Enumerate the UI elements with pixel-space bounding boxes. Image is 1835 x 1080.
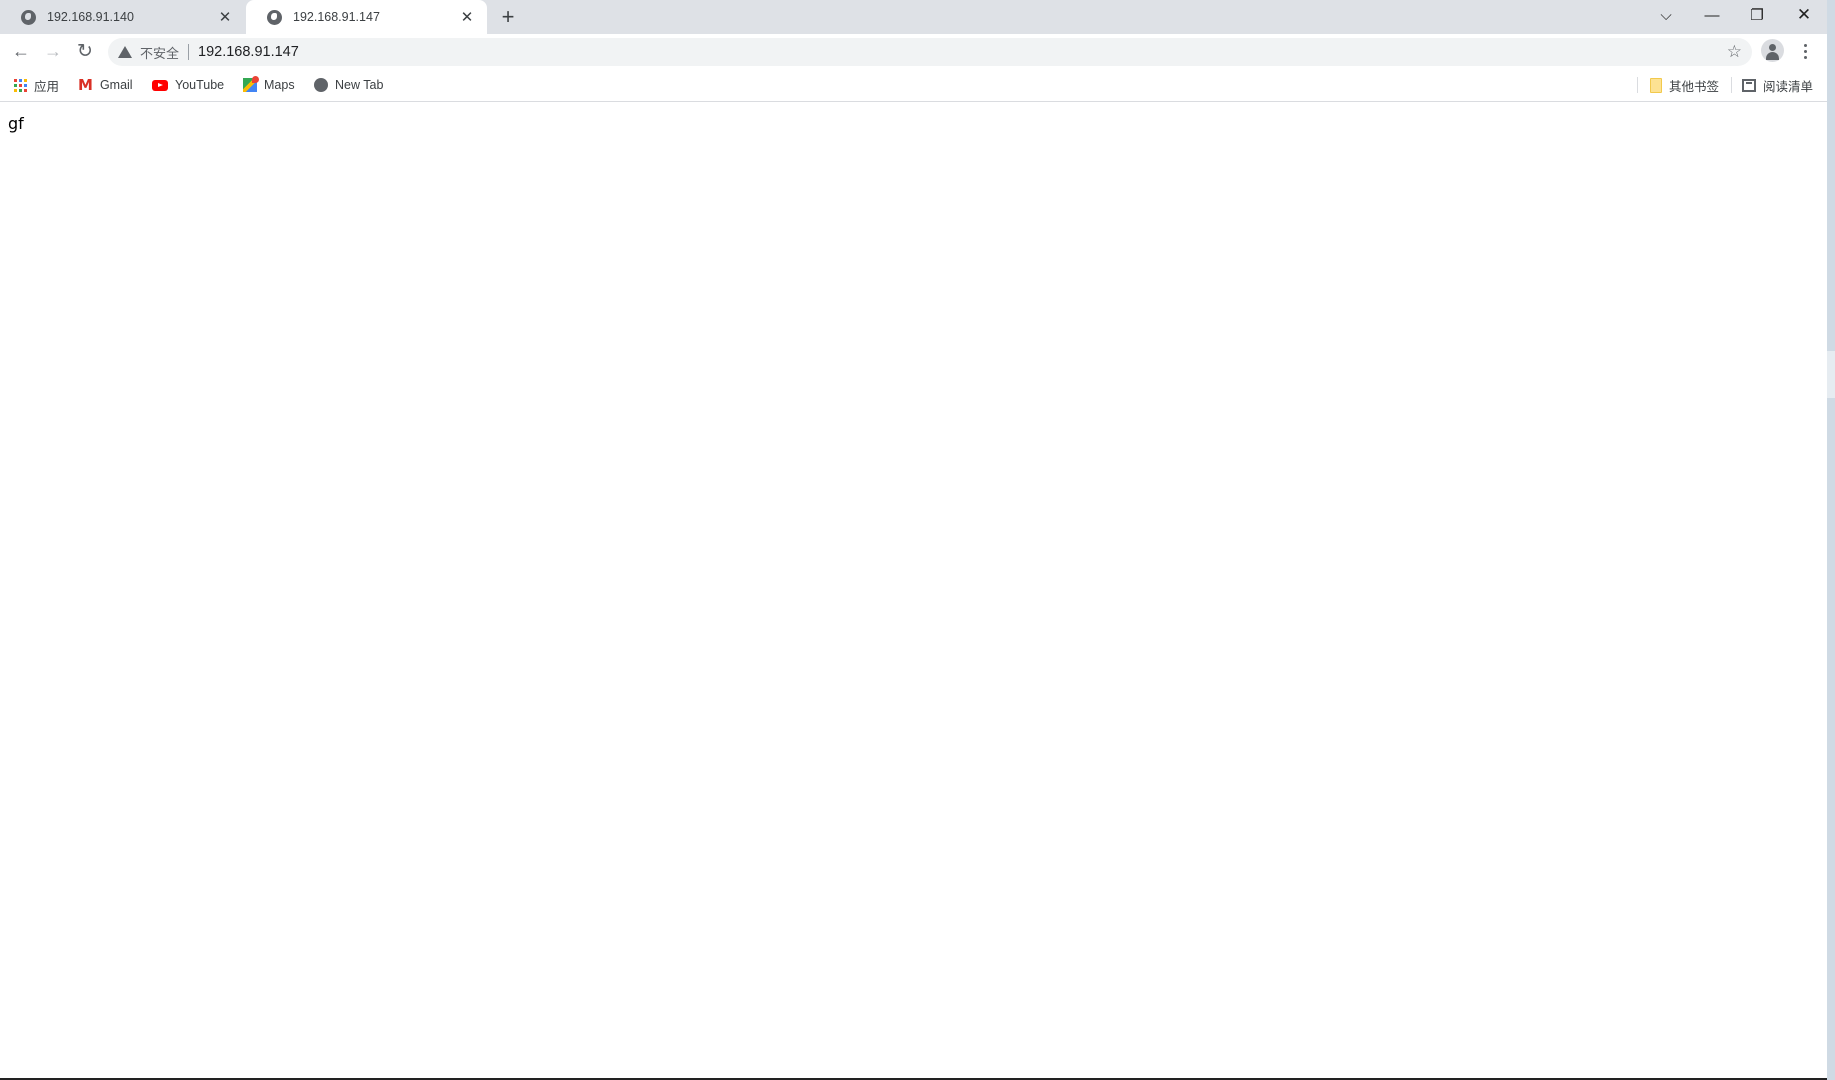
menu-icon[interactable] xyxy=(1797,39,1813,63)
bookmark-label: 应用 xyxy=(34,79,60,94)
other-bookmarks[interactable]: 其他书签 xyxy=(1650,68,1719,102)
warning-icon[interactable] xyxy=(118,46,132,58)
other-bookmarks-label: 其他书签 xyxy=(1669,79,1720,94)
bookmark-label: Gmail xyxy=(99,78,133,92)
bookmark-label: Maps xyxy=(264,78,295,92)
browser-window: 192.168.91.140 ✕ 192.168.91.147 ✕ + ⌵ — … xyxy=(0,0,1827,1078)
divider xyxy=(1637,77,1638,93)
gmail-icon: M xyxy=(78,76,93,94)
bookmark-label: YouTube xyxy=(175,78,225,92)
reload-button[interactable]: ↻ xyxy=(72,38,98,64)
reading-list-icon xyxy=(1742,78,1756,92)
tab-title: 192.168.91.140 xyxy=(47,10,134,24)
apps-icon xyxy=(14,78,27,92)
tab-1[interactable]: 192.168.91.140 ✕ xyxy=(0,0,245,34)
bookmark-apps[interactable]: 应用 xyxy=(14,68,59,102)
reading-list-label: 阅读清单 xyxy=(1763,79,1814,94)
star-icon[interactable]: ☆ xyxy=(1727,42,1742,62)
forward-button[interactable]: → xyxy=(40,38,66,64)
new-tab-button[interactable]: + xyxy=(497,6,519,28)
bookmarks-bar: 应用 M Gmail YouTube Maps New Tab 其他书签 阅读清… xyxy=(0,68,1827,102)
maps-icon xyxy=(243,76,259,92)
tab-close-button[interactable]: ✕ xyxy=(457,7,477,27)
close-window-button[interactable]: ✕ xyxy=(1782,0,1826,30)
tab-close-button[interactable]: ✕ xyxy=(215,7,235,27)
restore-button[interactable]: ❐ xyxy=(1735,0,1779,30)
tab-search-button[interactable]: ⌵ xyxy=(1644,0,1688,30)
back-button[interactable]: ← xyxy=(8,38,34,64)
profile-avatar[interactable] xyxy=(1761,39,1784,62)
bookmark-youtube[interactable]: YouTube xyxy=(152,68,224,102)
bookmark-maps[interactable]: Maps xyxy=(243,68,295,102)
minimize-button[interactable]: — xyxy=(1690,0,1734,30)
divider xyxy=(1731,77,1732,93)
divider xyxy=(188,44,190,60)
page-text: gf xyxy=(8,114,24,133)
page-content: gf xyxy=(0,103,1827,1078)
youtube-icon xyxy=(152,79,168,91)
address-bar[interactable]: 不安全 192.168.91.147 ☆ xyxy=(108,38,1752,66)
folder-icon xyxy=(1650,77,1662,93)
globe-icon xyxy=(267,9,282,25)
tab-strip: 192.168.91.140 ✕ 192.168.91.147 ✕ + ⌵ — … xyxy=(0,0,1827,34)
url-text[interactable]: 192.168.91.147 xyxy=(198,44,299,60)
security-label[interactable]: 不安全 xyxy=(140,43,179,62)
globe-icon xyxy=(21,9,36,25)
desktop-background xyxy=(1827,0,1835,1080)
bookmark-gmail[interactable]: M Gmail xyxy=(78,68,133,102)
toolbar: ← → ↻ 不安全 192.168.91.147 ☆ xyxy=(0,34,1827,68)
bookmark-label: New Tab xyxy=(335,78,384,92)
globe-icon xyxy=(314,78,328,92)
tab-title: 192.168.91.147 xyxy=(293,10,380,24)
reading-list[interactable]: 阅读清单 xyxy=(1742,68,1813,102)
bookmark-new-tab[interactable]: New Tab xyxy=(314,68,383,102)
tab-2[interactable]: 192.168.91.147 ✕ xyxy=(246,0,487,34)
